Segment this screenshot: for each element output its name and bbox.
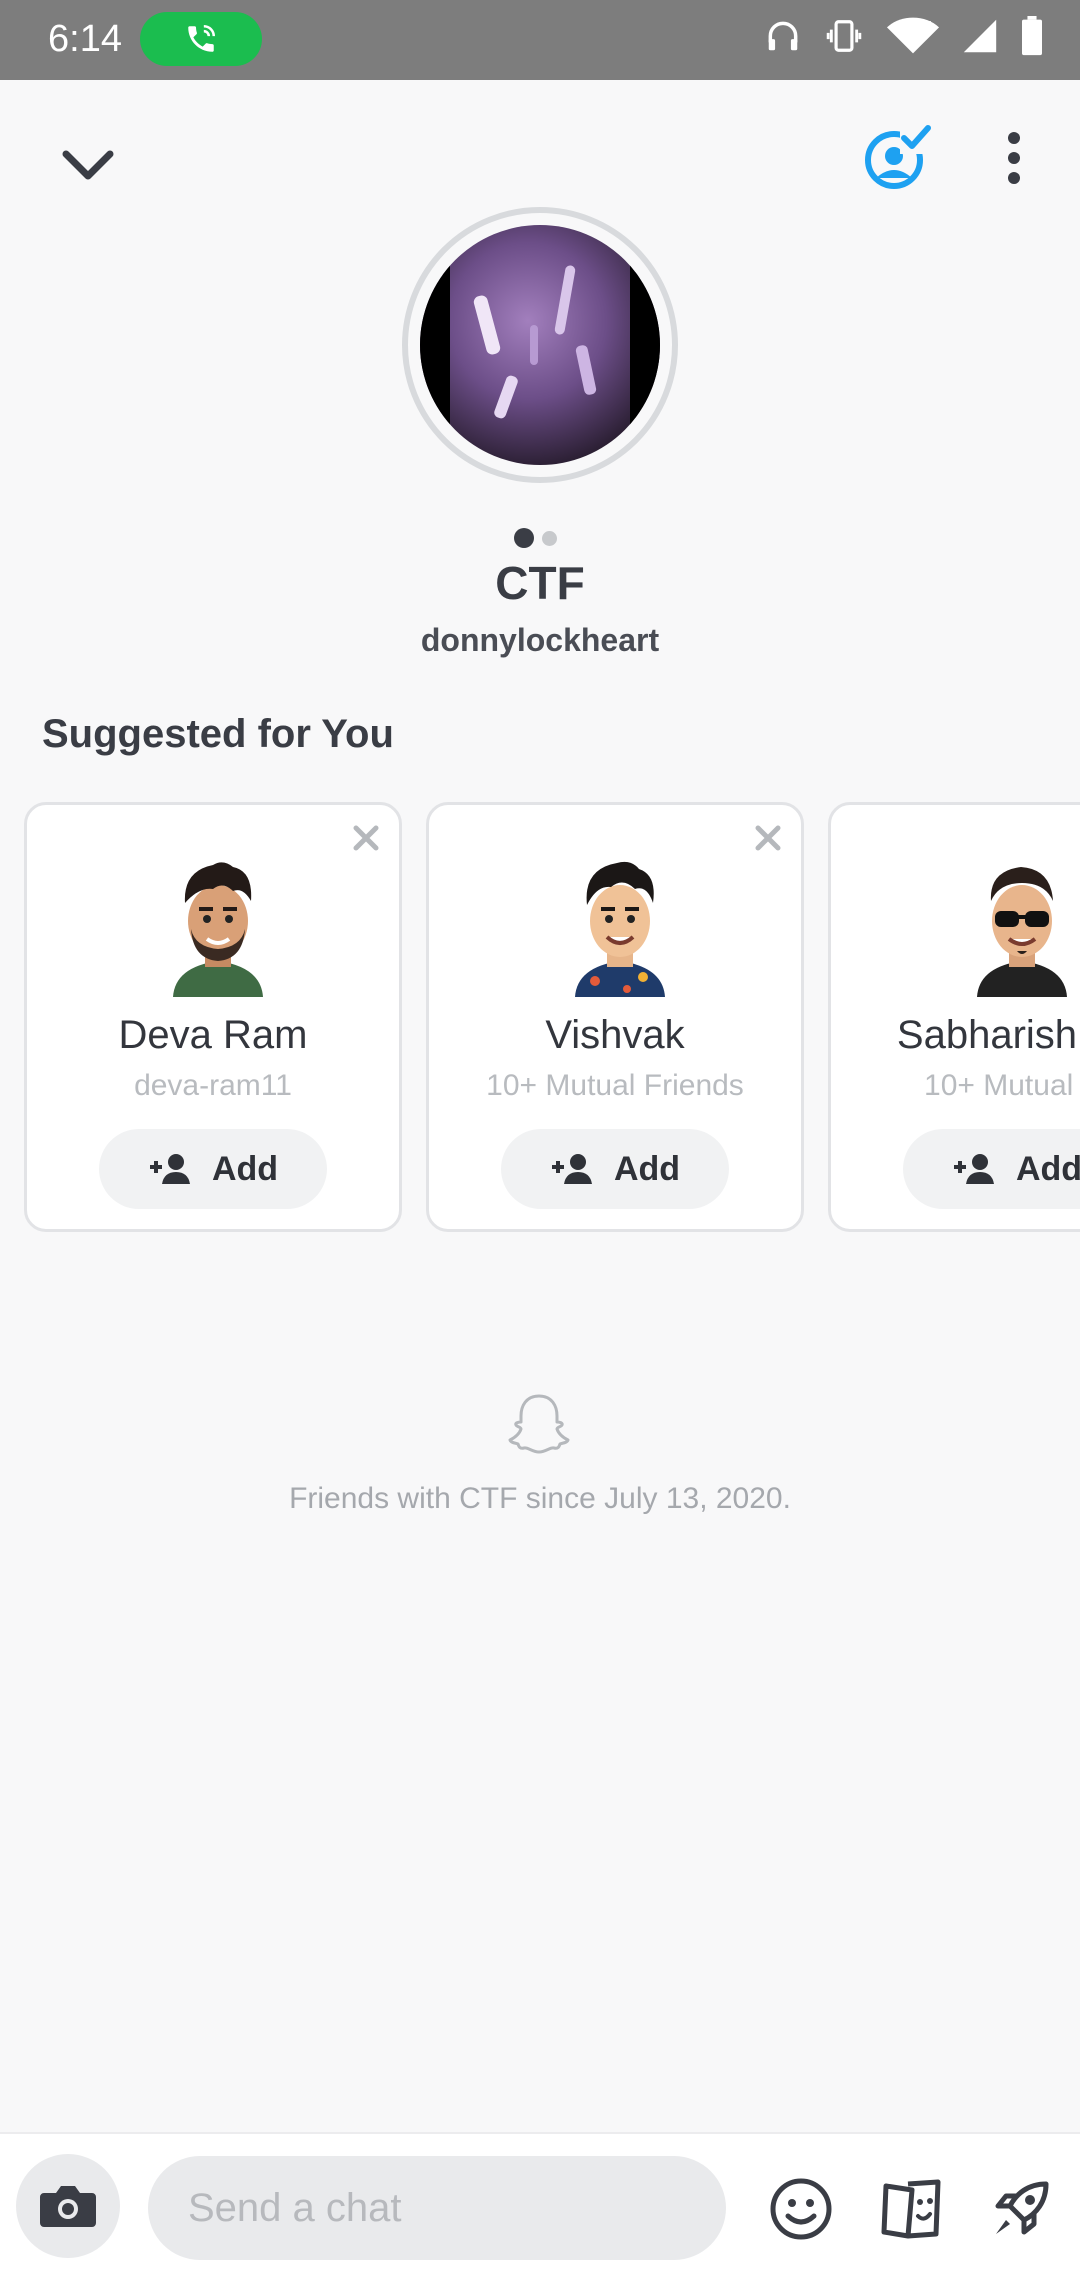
- snap-check-icon[interactable]: [862, 122, 932, 192]
- signal-icon: [963, 19, 997, 53]
- camera-icon: [40, 2186, 96, 2227]
- add-friend-button[interactable]: Add: [99, 1129, 327, 1209]
- page-dot: [542, 530, 557, 546]
- camera-button[interactable]: [16, 2154, 120, 2258]
- vibrate-icon: [826, 20, 862, 52]
- suggestion-name: Sabharish Pa: [896, 1013, 1080, 1057]
- suggestion-card[interactable]: Deva Ram deva-ram11 Add: [24, 802, 402, 1232]
- status-bar: 6:14 x: [0, 0, 1080, 80]
- bitmoji-avatar: [575, 861, 665, 997]
- add-friend-button[interactable]: Add: [903, 1129, 1080, 1209]
- chat-input[interactable]: [148, 2156, 726, 2260]
- chat-bottom-bar: [0, 2132, 1080, 2280]
- chevron-down-icon[interactable]: [58, 140, 118, 190]
- add-friend-icon: [551, 1154, 592, 1184]
- profile-username: donnylockheart: [420, 622, 660, 658]
- add-friend-icon: [149, 1154, 190, 1184]
- add-label: Add: [613, 1149, 681, 1188]
- bitmoji-avatar: [173, 862, 263, 997]
- profile-display-name: CTF: [495, 557, 585, 609]
- stickers-icon[interactable]: [878, 2176, 944, 2242]
- close-icon[interactable]: [351, 823, 381, 853]
- add-label: Add: [211, 1149, 279, 1188]
- suggestion-name: Deva Ram: [118, 1013, 308, 1057]
- story-page-dots: [514, 528, 557, 548]
- status-time: 6:14: [48, 18, 122, 60]
- svg-text:x: x: [925, 16, 932, 31]
- suggestion-subtext: 10+ Mutual Fr: [924, 1069, 1080, 1102]
- suggestion-subtext: deva-ram11: [134, 1069, 292, 1102]
- headphones-icon: [768, 21, 798, 51]
- wifi-icon: x: [886, 16, 940, 54]
- phone-call-icon: [188, 24, 216, 52]
- add-friend-icon: [953, 1154, 994, 1184]
- suggestion-card[interactable]: Sabharish Pa 10+ Mutual Fr Add: [828, 802, 1080, 1232]
- add-label: Add: [1015, 1149, 1080, 1188]
- story-image: [420, 225, 660, 465]
- add-friend-button[interactable]: Add: [501, 1129, 729, 1209]
- bitmoji-avatar: [977, 867, 1067, 997]
- emoji-icon[interactable]: [768, 2176, 834, 2242]
- friends-since-text: Friends with CTF since July 13, 2020.: [289, 1482, 791, 1515]
- ghost-icon: [508, 1394, 570, 1454]
- ongoing-call-pill[interactable]: [140, 12, 262, 66]
- story-thumbnail: [420, 225, 660, 465]
- page-dot-active: [514, 528, 534, 548]
- close-icon[interactable]: [753, 823, 783, 853]
- battery-icon: [1022, 16, 1042, 56]
- suggestion-card[interactable]: Vishvak 10+ Mutual Friends Add: [426, 802, 804, 1232]
- suggested-title: Suggested for You: [42, 712, 394, 756]
- story-avatar-ring[interactable]: [402, 207, 678, 483]
- rocket-icon[interactable]: [988, 2176, 1054, 2242]
- suggestion-subtext: 10+ Mutual Friends: [486, 1069, 744, 1102]
- suggested-cards[interactable]: Deva Ram deva-ram11 Add Vishvak 10+ Mutu…: [24, 802, 1080, 1234]
- suggestion-name: Vishvak: [545, 1013, 685, 1057]
- more-icon[interactable]: [996, 128, 1032, 188]
